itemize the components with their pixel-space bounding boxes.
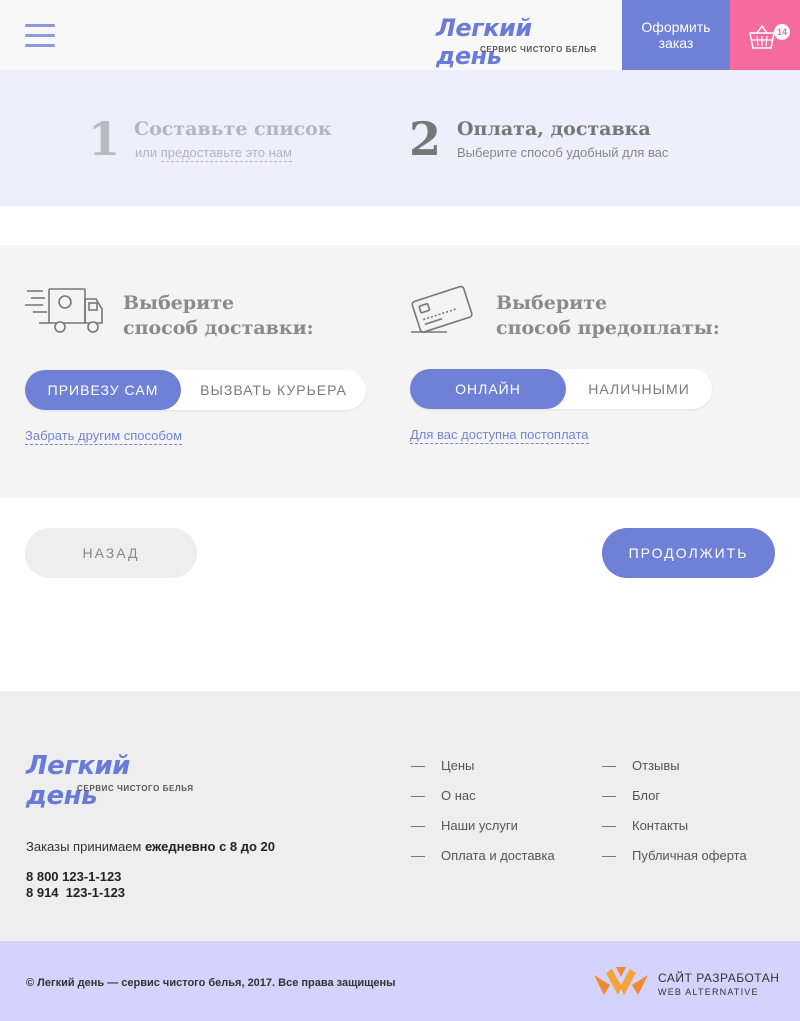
copyright-text: © Легкий день — сервис чистого белья, 20… bbox=[26, 977, 396, 989]
delivery-title: Выберите способ доставки: bbox=[123, 291, 314, 341]
footer-logo-title: Легкий день bbox=[26, 751, 130, 811]
developer-line1: САЙТ РАЗРАБОТАН bbox=[658, 971, 780, 985]
checkout-steps: 1 Составьте список или предоставьте это … bbox=[0, 70, 800, 206]
footer-logo[interactable]: Легкий день СЕРВИС ЧИСТОГО БЕЛЬЯ bbox=[26, 751, 206, 811]
payment-title-line1: Выберите bbox=[496, 292, 608, 314]
footer: Легкий день СЕРВИС ЧИСТОГО БЕЛЬЯ Заказы … bbox=[0, 691, 800, 941]
order-hours-value: ежедневно с 8 до 20 bbox=[145, 839, 276, 854]
developer-line2: WEB ALTERNATIVE bbox=[658, 987, 759, 997]
place-order-button[interactable]: Оформить заказ bbox=[622, 0, 730, 70]
payment-title: Выберите способ предоплаты: bbox=[496, 291, 720, 341]
place-order-label-line2: заказ bbox=[658, 35, 694, 51]
payment-option-online[interactable]: ОНЛАЙН bbox=[410, 369, 566, 409]
step1-title[interactable]: Составьте список bbox=[134, 118, 332, 140]
step1-number: 1 bbox=[88, 112, 121, 166]
order-hours: Заказы принимаем ежедневно с 8 до 20 bbox=[26, 839, 275, 854]
footer-link-payment-delivery[interactable]: Оплата и доставка bbox=[411, 848, 555, 863]
payment-toggle: ОНЛАЙН НАЛИЧНЫМИ bbox=[410, 369, 712, 409]
footer-link-blog[interactable]: Блог bbox=[602, 788, 660, 803]
step1-delegate-link[interactable]: предоставьте это нам bbox=[160, 145, 292, 162]
web-alternative-logo-icon bbox=[594, 967, 648, 995]
continue-button[interactable]: ПРОДОЛЖИТЬ bbox=[602, 528, 775, 578]
order-hours-prefix: Заказы принимаем bbox=[26, 839, 142, 854]
step1-sub-prefix: или bbox=[135, 145, 158, 160]
step1-subtitle: или предоставьте это нам bbox=[135, 145, 292, 162]
footer-link-contacts[interactable]: Контакты bbox=[602, 818, 688, 833]
step2-title: Оплата, доставка bbox=[457, 118, 651, 140]
step2-number: 2 bbox=[409, 112, 442, 166]
footer-link-label: О нас bbox=[441, 788, 476, 803]
logo-title: Легкий день bbox=[436, 14, 532, 70]
cart-button[interactable]: 14 bbox=[730, 0, 800, 70]
basket-icon bbox=[749, 24, 775, 49]
footer-link-about[interactable]: О нас bbox=[411, 788, 476, 803]
footer-link-label: Отзывы bbox=[632, 758, 680, 773]
place-order-label-line1: Оформить bbox=[641, 19, 711, 35]
footer-link-label: Цены bbox=[441, 758, 475, 773]
developer-credit[interactable]: САЙТ РАЗРАБОТАН WEB ALTERNATIVE bbox=[592, 965, 782, 999]
payment-option-cash[interactable]: НАЛИЧНЫМИ bbox=[566, 369, 712, 409]
copyright-bar: © Легкий день — сервис чистого белья, 20… bbox=[0, 941, 800, 1021]
delivery-option-self[interactable]: ПРИВЕЗУ САМ bbox=[25, 370, 181, 410]
options-panel: Выберите способ доставки: ПРИВЕЗУ САМ ВЫ… bbox=[0, 245, 800, 498]
footer-link-label: Наши услуги bbox=[441, 818, 518, 833]
delivery-other-link[interactable]: Забрать другим способом bbox=[25, 428, 183, 445]
footer-link-label: Блог bbox=[632, 788, 661, 803]
footer-link-public-offer[interactable]: Публичная оферта bbox=[602, 848, 747, 863]
footer-link-label: Контакты bbox=[632, 818, 689, 833]
cart-count-badge: 14 bbox=[774, 24, 790, 40]
header: Легкий день СЕРВИС ЧИСТОГО БЕЛЬЯ Оформит… bbox=[0, 0, 800, 70]
footer-link-label: Публичная оферта bbox=[632, 848, 747, 863]
delivery-truck-icon bbox=[25, 288, 103, 333]
footer-link-services[interactable]: Наши услуги bbox=[411, 818, 518, 833]
delivery-title-line2: способ доставки: bbox=[123, 317, 314, 339]
footer-link-prices[interactable]: Цены bbox=[411, 758, 474, 773]
footer-link-label: Оплата и доставка bbox=[441, 848, 555, 863]
logo-subtitle: СЕРВИС ЧИСТОГО БЕЛЬЯ bbox=[480, 45, 597, 54]
credit-card-icon bbox=[411, 285, 473, 333]
phone-number-2[interactable]: 8 914 123-1-123 bbox=[26, 885, 125, 900]
back-button[interactable]: НАЗАД bbox=[25, 528, 197, 578]
payment-title-line2: способ предоплаты: bbox=[496, 317, 720, 339]
delivery-option-courier[interactable]: ВЫЗВАТЬ КУРЬЕРА bbox=[181, 370, 366, 410]
footer-logo-subtitle: СЕРВИС ЧИСТОГО БЕЛЬЯ bbox=[77, 784, 194, 793]
step2-subtitle: Выберите способ удобный для вас bbox=[457, 145, 669, 160]
footer-link-reviews[interactable]: Отзывы bbox=[602, 758, 680, 773]
postpay-link[interactable]: Для вас доступна постоплата bbox=[410, 427, 589, 444]
delivery-title-line1: Выберите bbox=[123, 292, 235, 314]
hamburger-menu-icon[interactable] bbox=[25, 24, 55, 48]
phone-number-1[interactable]: 8 800 123-1-123 bbox=[26, 869, 121, 884]
logo[interactable]: Легкий день СЕРВИС ЧИСТОГО БЕЛЬЯ bbox=[436, 14, 596, 70]
delivery-toggle: ПРИВЕЗУ САМ ВЫЗВАТЬ КУРЬЕРА bbox=[25, 370, 366, 410]
